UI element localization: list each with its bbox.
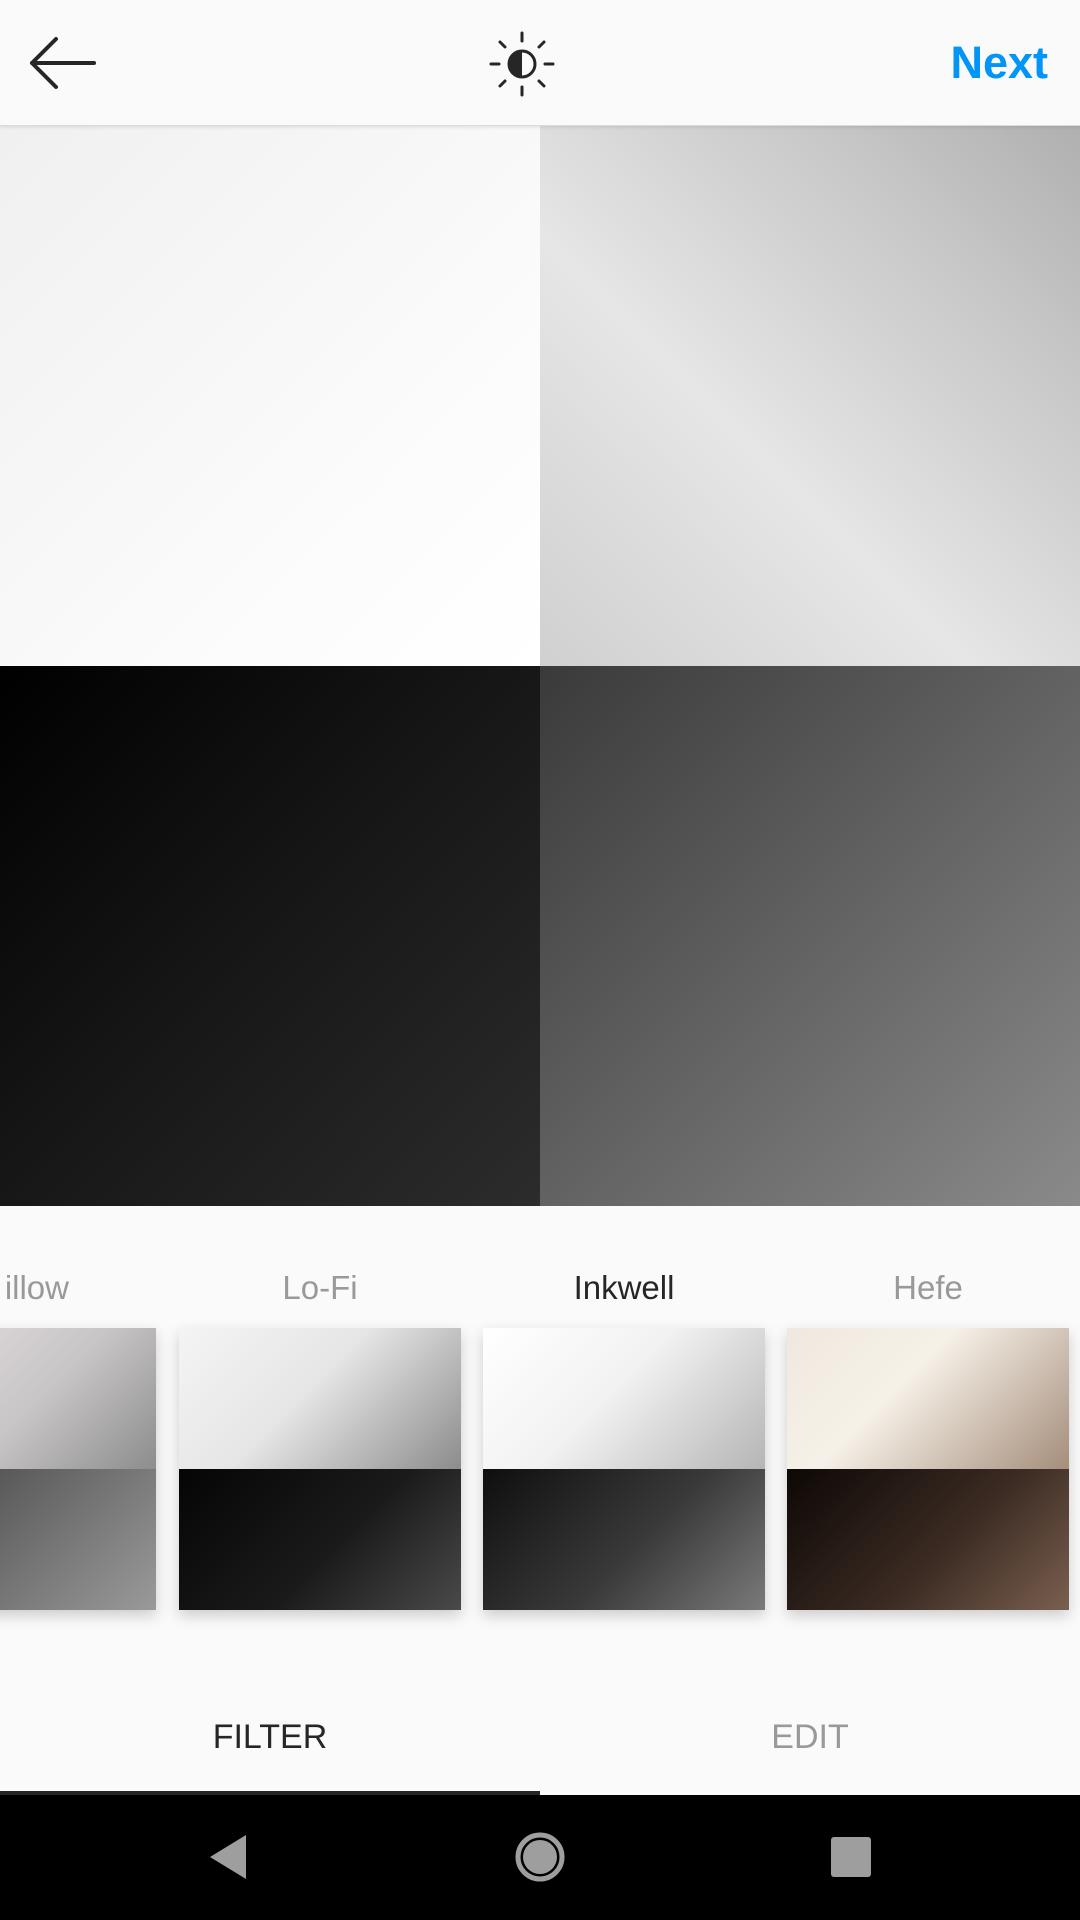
system-recents-button[interactable] xyxy=(800,1817,900,1897)
filter-label: Inkwell xyxy=(573,1269,675,1306)
tab-filter[interactable]: FILTER xyxy=(0,1680,540,1795)
arrow-left-icon xyxy=(30,37,96,89)
filter-label: Lo-Fi xyxy=(282,1269,358,1306)
system-home-button[interactable] xyxy=(490,1817,590,1897)
filter-thumbnail xyxy=(483,1328,765,1610)
back-button[interactable] xyxy=(24,30,100,96)
nav-back-triangle-icon xyxy=(210,1835,246,1879)
preview-region xyxy=(540,666,1080,1206)
nav-recents-square-icon xyxy=(831,1837,871,1877)
photo-preview xyxy=(0,126,1080,1206)
filter-label: Hefe xyxy=(893,1269,963,1306)
filter-thumbnail xyxy=(179,1328,461,1610)
preview-region xyxy=(0,666,540,1206)
tab-edit[interactable]: EDIT xyxy=(540,1680,1080,1795)
nav-home-circle-icon xyxy=(515,1832,565,1882)
preview-region xyxy=(540,126,1080,666)
filter-thumbnail xyxy=(787,1328,1069,1610)
system-navigation-bar xyxy=(0,1795,1080,1920)
top-bar: Next xyxy=(0,0,1080,126)
system-back-button[interactable] xyxy=(176,1817,276,1897)
filter-thumbnail xyxy=(0,1328,156,1610)
bottom-tabs: FILTER EDIT xyxy=(0,1680,1080,1795)
filter-strip[interactable]: illow Lo-Fi Inkwell Hefe xyxy=(0,1207,1080,1707)
filter-label: illow xyxy=(4,1269,69,1306)
next-button[interactable]: Next xyxy=(950,34,1048,92)
brightness-contrast-icon xyxy=(489,31,555,97)
preview-region xyxy=(0,126,540,666)
lux-button[interactable] xyxy=(488,30,556,98)
